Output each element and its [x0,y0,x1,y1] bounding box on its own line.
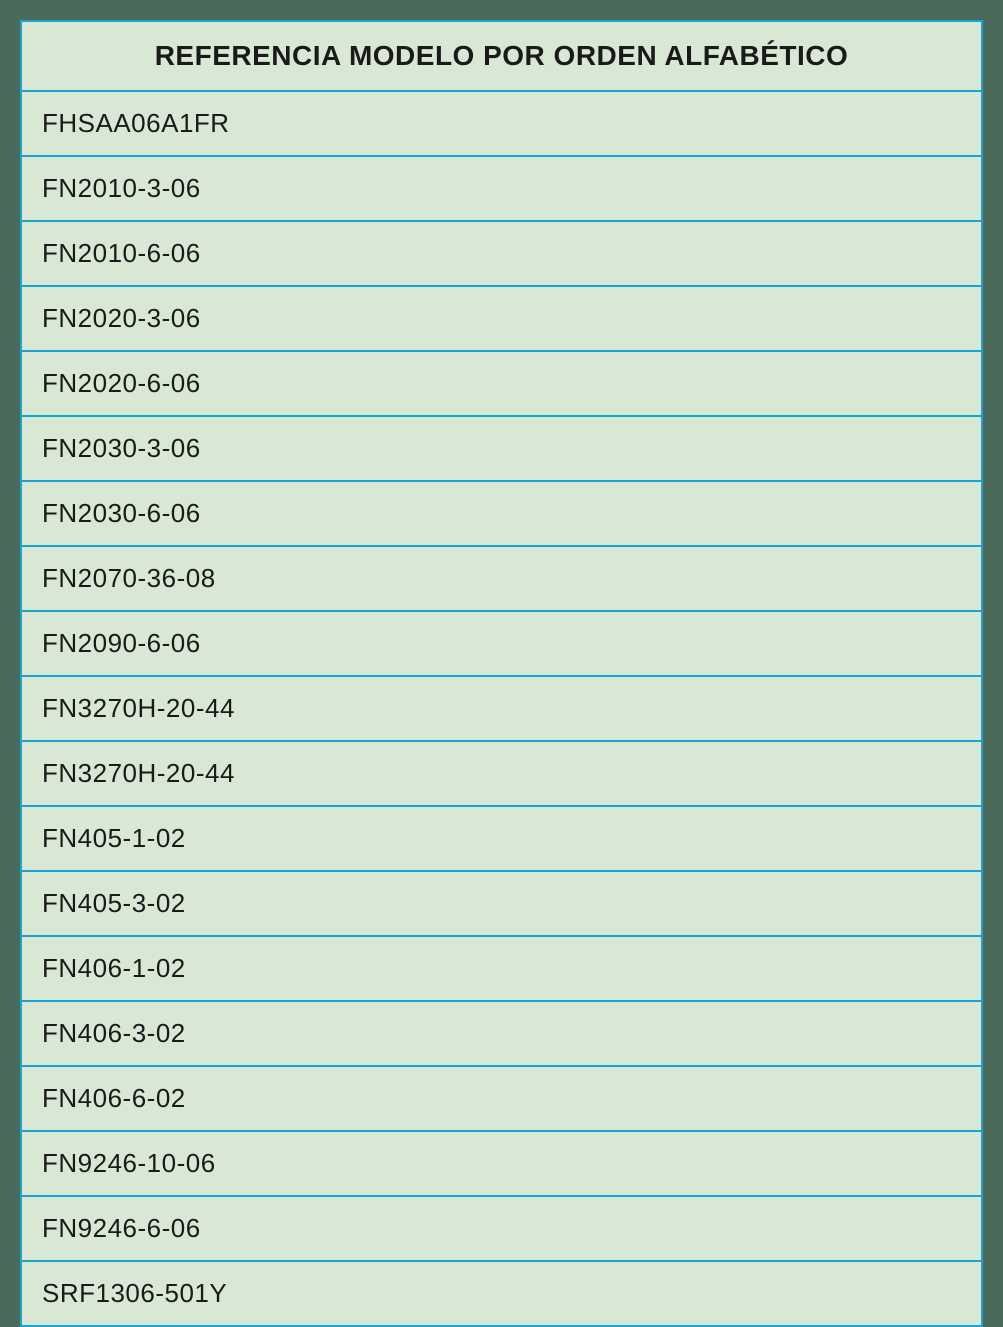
table-header: REFERENCIA MODELO POR ORDEN ALFABÉTICO [22,22,981,92]
table-row: FN2020-6-06 [22,352,981,417]
table-row: FN406-6-02 [22,1067,981,1132]
table-row: FN9246-10-06 [22,1132,981,1197]
table-row: FN9246-6-06 [22,1197,981,1262]
table-row: FHSAA06A1FR [22,92,981,157]
reference-table: REFERENCIA MODELO POR ORDEN ALFABÉTICO F… [20,20,983,1327]
table-row: FN406-1-02 [22,937,981,1002]
table-row: FN406-3-02 [22,1002,981,1067]
table-row: FN405-3-02 [22,872,981,937]
table-row: FN3270H-20-44 [22,742,981,807]
table-row: FN3270H-20-44 [22,677,981,742]
table-row: FN2030-6-06 [22,482,981,547]
table-row: FN405-1-02 [22,807,981,872]
table-row: FN2020-3-06 [22,287,981,352]
table-row: FN2090-6-06 [22,612,981,677]
table-row: FN2070-36-08 [22,547,981,612]
table-row: FN2010-6-06 [22,222,981,287]
table-row: FN2010-3-06 [22,157,981,222]
table-row: FN2030-3-06 [22,417,981,482]
table-row: SRF1306-501Y [22,1262,981,1325]
